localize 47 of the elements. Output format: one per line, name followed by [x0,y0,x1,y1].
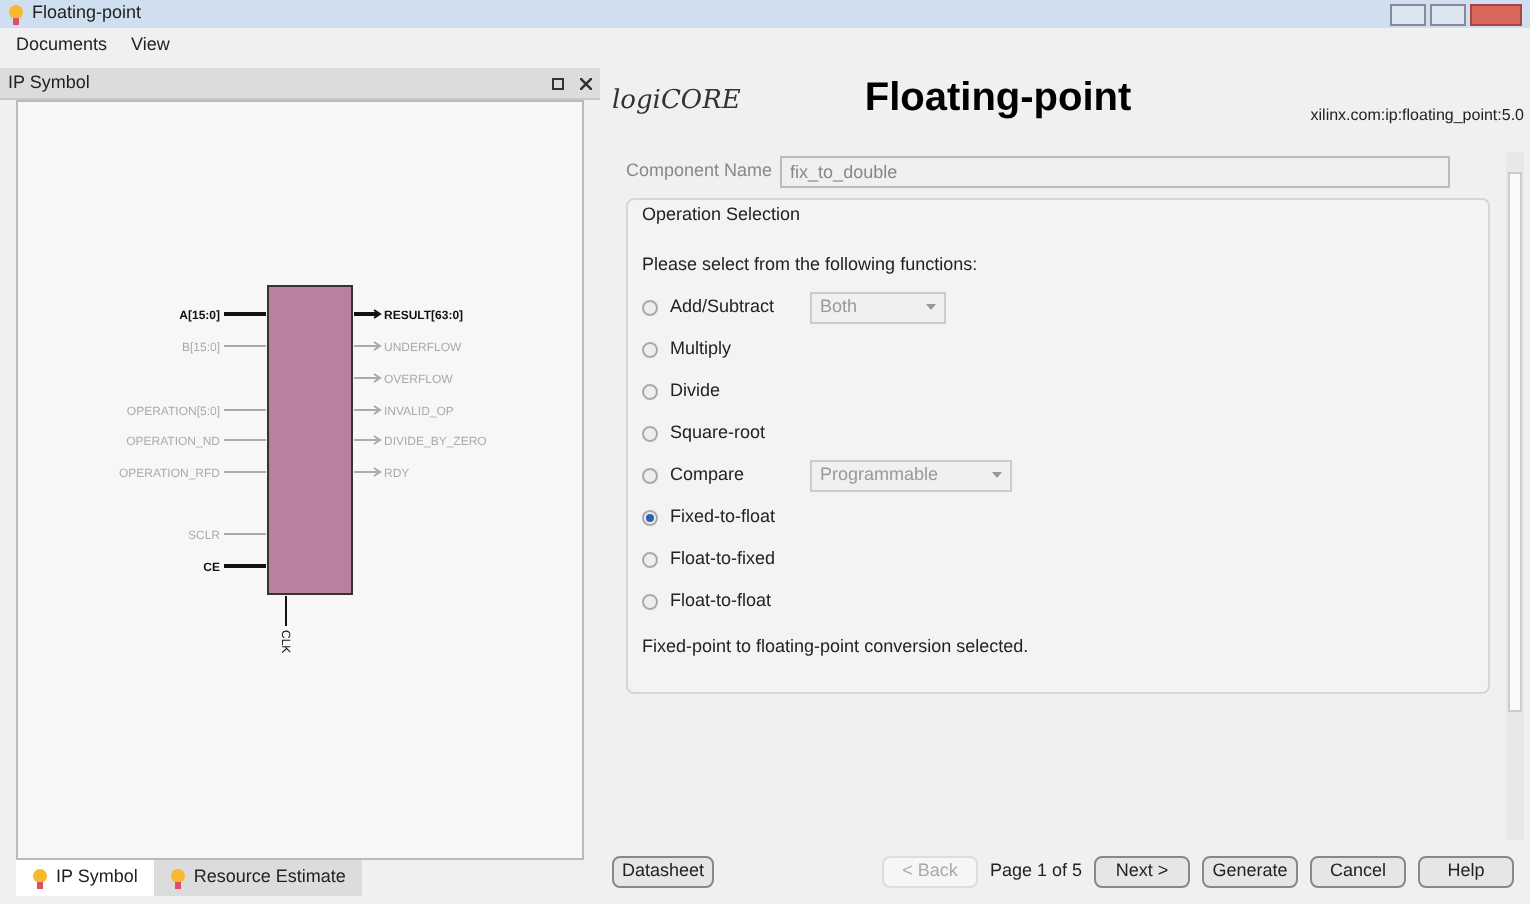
page-title: Floating-point [864,74,1132,124]
datasheet-button[interactable]: Datasheet [612,856,715,888]
option-label[interactable]: Square-root [670,419,810,447]
group-title: Operation Selection [642,202,801,228]
radio-button[interactable] [642,341,658,357]
wizard-button[interactable]: Cancel [1310,856,1406,888]
option-label[interactable]: Multiply [670,335,810,363]
option-label[interactable]: Divide [670,377,810,405]
option-label[interactable]: Fixed-to-float [670,503,810,531]
page-indicator: Page 1 of 5 [989,858,1082,885]
lightbulb-icon [8,3,24,25]
float-icon[interactable] [552,77,564,89]
panel-tab[interactable]: IP Symbol [16,860,154,896]
menu-item[interactable]: Documents [16,32,108,60]
option-label[interactable]: Add/Subtract [670,293,810,321]
option-label[interactable]: Compare [670,461,810,489]
wizard-button[interactable]: Generate [1202,856,1298,888]
scroll-thumb[interactable] [1508,172,1522,712]
vendor-text: xilinx.com:ip:floating_point:5.0 [1310,104,1524,128]
radio-button[interactable] [642,425,658,441]
close-icon[interactable] [580,77,592,89]
wizard-button[interactable]: Help [1418,856,1514,888]
lightbulb-icon [169,867,186,889]
radio-button[interactable] [642,509,658,525]
option-label[interactable]: Float-to-fixed [670,545,810,573]
option-label[interactable]: Float-to-float [670,587,810,615]
minimize-button[interactable] [1390,3,1426,25]
close-button[interactable] [1470,3,1522,25]
maximize-button[interactable] [1430,3,1466,25]
window-title: Floating-point [32,0,142,27]
radio-button[interactable] [642,551,658,567]
panel-title: IP Symbol [8,69,90,96]
radio-button[interactable] [642,383,658,399]
caret-icon [926,304,936,310]
radio-button[interactable] [642,299,658,315]
scrollbar[interactable] [1506,152,1524,840]
radio-button[interactable] [642,467,658,483]
panel-tab[interactable]: Resource Estimate [153,860,362,896]
wizard-button[interactable]: Next > [1094,856,1190,888]
lightbulb-icon [32,867,48,889]
menu-item[interactable]: View [131,32,170,60]
status-text: Fixed-point to floating-point conversion selected. [642,634,1031,660]
caret-icon [992,472,1002,478]
field-label: Component Name [626,158,773,185]
radio-button[interactable] [642,593,658,609]
logo: logiCORE [612,83,741,119]
prompt-text: Please select from the following functions: [642,251,980,278]
